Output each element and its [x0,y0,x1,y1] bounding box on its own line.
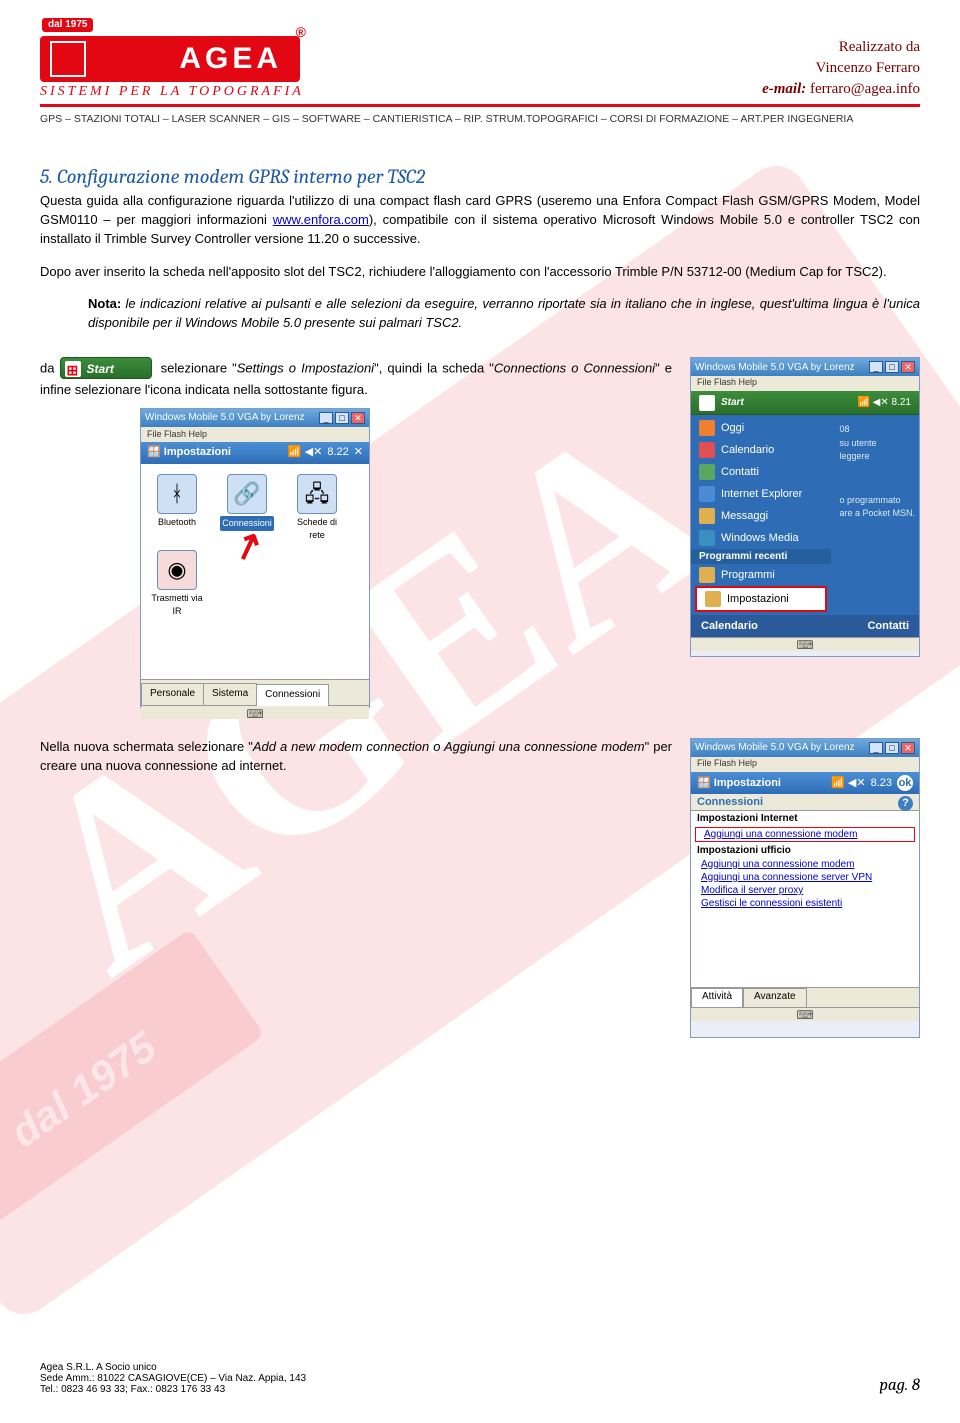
schede-item: 🖧Schede di rete [289,474,345,542]
nota-paragraph: Nota: le indicazioni relative ai pulsant… [40,295,920,333]
wm-header-bar: 🪟 Impostazioni 📶 ◀✕ 8.22 ✕ [141,442,369,464]
paragraph-2: Dopo aver inserito la scheda nell'apposi… [40,263,920,282]
keyboard-icon: ⌨ [141,705,369,719]
menu-messaggi: Messaggi [691,505,831,527]
menu-programmi: Programmi [691,564,831,586]
menu-ie: Internet Explorer [691,483,831,505]
ok-button: ok [897,775,913,791]
screenshot-connessioni: Windows Mobile 5.0 VGA by Lorenz _□✕ Fil… [690,738,920,1038]
add-modem-link-highlighted: Aggiungi una connessione modem [695,827,915,842]
page-header: dal 1975 AGEA ® SISTEMI PER LA TOPOGRAFI… [40,20,920,107]
keyboard-icon-3: ⌨ [691,1007,919,1021]
page-footer: Agea S.R.L. A Socio unico Sede Amm.: 810… [40,1362,920,1395]
bluetooth-item: ᚼBluetooth [149,474,205,542]
start-button-inline: Start [60,357,152,379]
settings-tabs: Personale Sistema Connessioni [141,679,369,705]
screenshot-start-menu: Windows Mobile 5.0 VGA by Lorenz _□✕ Fil… [690,357,920,657]
logo-text: AGEA [179,42,282,76]
email-label: e-mail: [762,81,806,97]
window-titlebar-3: Windows Mobile 5.0 VGA by Lorenz _□✕ [691,739,919,757]
menu-recent-header: Programmi recenti [691,549,831,564]
author-label: Realizzato da [762,37,920,58]
side-hints: 08 su utente leggere o programmato are a… [839,423,915,521]
email-value: ferraro@agea.info [806,81,920,97]
add-modem-link-2: Aggiungi una connessione modem [691,858,919,871]
tab-personale: Personale [141,683,204,705]
step-1-row: da Start selezionare "Settings o Imposta… [40,357,920,708]
menu-wmedia: Windows Media [691,527,831,549]
author-name: Vincenzo Ferraro [762,58,920,79]
bluetooth-icon: ᚼ [157,474,197,514]
menu-oggi: Oggi [691,417,831,439]
window-menu-3: File Flash Help [691,757,919,772]
paragraph-1: Questa guida alla configurazione riguard… [40,192,920,249]
conn-title: Connessioni? [691,794,919,811]
step-2-text: Nella nuova schermata selezionare "Add a… [40,738,672,776]
start-menu-body: Start📶 ◀✕ 8.21 08 su utente leggere o pr… [691,391,919,637]
manage-link: Gestisci le connessioni esistenti [691,897,919,910]
impostazioni-highlight: Impostazioni [695,586,827,612]
services-line: GPS – STAZIONI TOTALI – LASER SCANNER – … [40,113,920,125]
connessioni-body: Connessioni? Impostazioni Internet Aggiu… [691,794,919,1007]
windows-flag-icon [699,395,715,411]
conn-tabs: Attività Avanzate [691,987,919,1007]
window-titlebar-2: Windows Mobile 5.0 VGA by Lorenz _□✕ [691,358,919,376]
keyboard-icon-2: ⌨ [691,637,919,651]
step-1-text: da Start selezionare "Settings o Imposta… [40,357,672,708]
menu-calendario: Calendario [691,439,831,461]
window-menu-2: File Flash Help [691,376,919,391]
logo-since-badge: dal 1975 [42,18,93,32]
window-menu: File Flash Help [141,427,369,442]
logo-red-box: AGEA ® [40,36,300,82]
enfora-link[interactable]: www.enfora.com [273,212,369,227]
office-section: Impostazioni ufficio [691,843,919,858]
nota-label: Nota: [88,296,121,311]
internet-section: Impostazioni Internet [691,811,919,826]
min-icon: _ [319,412,333,424]
help-icon: ? [898,796,913,811]
max-icon: □ [335,412,349,424]
footer-address: Agea S.R.L. A Socio unico Sede Amm.: 810… [40,1362,306,1395]
tab-attivita: Attività [691,988,743,1007]
ir-icon: ◉ [157,550,197,590]
agea-logo: dal 1975 AGEA ® [40,20,310,82]
close-icon: ✕ [351,412,365,424]
ir-item: ◉Trasmetti via IR [149,550,205,618]
menu-contatti: Contatti [691,461,831,483]
nic-icon: 🖧 [297,474,337,514]
tab-connessioni: Connessioni [256,684,329,706]
proxy-link: Modifica il server proxy [691,884,919,897]
page-number: pag. 8 [879,1376,920,1395]
settings-body: ᚼBluetooth 🔗Connessioni 🖧Schede di rete … [141,464,369,679]
logo-subtitle: SISTEMI PER LA TOPOGRAFIA [40,84,310,100]
header-author: Realizzato da Vincenzo Ferraro e-mail: f… [762,37,920,100]
tab-avanzate: Avanzate [743,988,807,1007]
step-2-row: Nella nuova schermata selezionare "Add a… [40,738,920,1038]
section-heading: 5. Configurazione modem GPRS interno per… [40,165,920,188]
tab-sistema: Sistema [203,683,257,705]
window-titlebar: Windows Mobile 5.0 VGA by Lorenz _□✕ [141,409,369,427]
add-vpn-link: Aggiungi una connessione server VPN [691,871,919,884]
connections-icon: 🔗 [227,474,267,514]
wm-header-bar-3: 🪟 Impostazioni 📶 ◀✕ 8.23 ok [691,772,919,794]
screenshot-impostazioni: Windows Mobile 5.0 VGA by Lorenz _□✕ Fil… [140,408,370,708]
start-bar: Start📶 ◀✕ 8.21 [691,391,919,415]
start-footer: CalendarioContatti [691,615,919,637]
